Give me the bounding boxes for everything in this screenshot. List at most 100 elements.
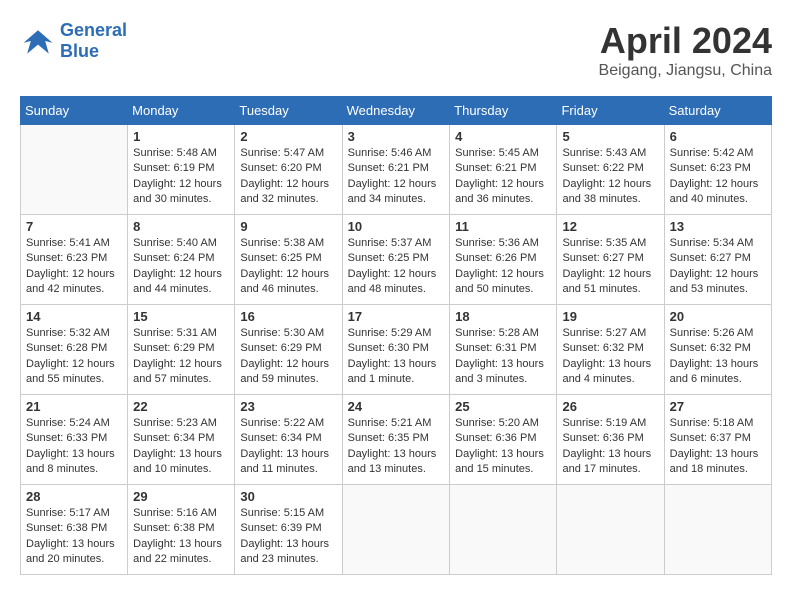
day-number: 12 (562, 219, 658, 234)
day-info: Sunrise: 5:36 AMSunset: 6:26 PMDaylight:… (455, 236, 551, 298)
day-number: 18 (455, 309, 551, 324)
day-info: Sunrise: 5:46 AMSunset: 6:21 PMDaylight:… (348, 146, 445, 208)
calendar-cell: 21Sunrise: 5:24 AMSunset: 6:33 PMDayligh… (21, 395, 128, 485)
day-number: 28 (26, 489, 122, 504)
day-number: 5 (562, 129, 658, 144)
calendar-header-sunday: Sunday (21, 97, 128, 125)
day-number: 11 (455, 219, 551, 234)
calendar-cell (557, 485, 664, 575)
day-info: Sunrise: 5:17 AMSunset: 6:38 PMDaylight:… (26, 506, 122, 568)
day-number: 19 (562, 309, 658, 324)
calendar-cell (450, 485, 557, 575)
calendar-cell: 13 Sunrise: 5:34 AMSunset: 6:27 PMDayligh… (664, 215, 771, 305)
day-number: 25 (455, 399, 551, 414)
calendar-cell: 5Sunrise: 5:43 AMSunset: 6:22 PMDaylight… (557, 125, 664, 215)
logo-blue: Blue (60, 41, 99, 61)
calendar-cell: 27 Sunrise: 5:18 AMSunset: 6:37 PMDayligh… (664, 395, 771, 485)
day-info: Sunrise: 5:32 AMSunset: 6:28 PMDaylight:… (26, 326, 122, 388)
day-info: Sunrise: 5:27 AMSunset: 6:32 PMDaylight:… (562, 326, 658, 388)
page-header: General Blue April 2024 Beigang, Jiangsu… (20, 20, 772, 80)
calendar-header-thursday: Thursday (450, 97, 557, 125)
day-info: Sunrise: 5:18 AMSunset: 6:37 PMDaylight:… (670, 416, 766, 478)
logo-icon (20, 23, 56, 59)
calendar-cell: 26Sunrise: 5:19 AMSunset: 6:36 PMDayligh… (557, 395, 664, 485)
calendar-cell: 4 Sunrise: 5:45 AMSunset: 6:21 PMDaylight… (450, 125, 557, 215)
day-number: 20 (670, 309, 766, 324)
day-info: Sunrise: 5:31 AMSunset: 6:29 PMDaylight:… (133, 326, 229, 388)
calendar-cell: 1 Sunrise: 5:48 AMSunset: 6:19 PMDaylight… (128, 125, 235, 215)
day-info: Sunrise: 5:26 AMSunset: 6:32 PMDaylight:… (670, 326, 766, 388)
day-info: Sunrise: 5:42 AMSunset: 6:23 PMDaylight:… (670, 146, 766, 208)
title-block: April 2024 Beigang, Jiangsu, China (599, 20, 772, 80)
logo-general: General (60, 20, 127, 40)
day-info: Sunrise: 5:22 AMSunset: 6:34 PMDaylight:… (240, 416, 336, 478)
day-number: 6 (670, 129, 766, 144)
day-info: Sunrise: 5:40 AMSunset: 6:24 PMDaylight:… (133, 236, 229, 298)
day-number: 8 (133, 219, 229, 234)
day-number: 30 (240, 489, 336, 504)
day-info: Sunrise: 5:35 AMSunset: 6:27 PMDaylight:… (562, 236, 658, 298)
day-number: 17 (348, 309, 445, 324)
day-info: Sunrise: 5:30 AMSunset: 6:29 PMDaylight:… (240, 326, 336, 388)
day-number: 29 (133, 489, 229, 504)
calendar-week-4: 21Sunrise: 5:24 AMSunset: 6:33 PMDayligh… (21, 395, 772, 485)
day-info: Sunrise: 5:23 AMSunset: 6:34 PMDaylight:… (133, 416, 229, 478)
calendar-cell: 18Sunrise: 5:28 AMSunset: 6:31 PMDayligh… (450, 305, 557, 395)
calendar-cell: 30Sunrise: 5:15 AMSunset: 6:39 PMDayligh… (235, 485, 342, 575)
calendar-table: SundayMondayTuesdayWednesdayThursdayFrid… (20, 96, 772, 575)
location: Beigang, Jiangsu, China (599, 62, 772, 80)
day-number: 4 (455, 129, 551, 144)
day-number: 15 (133, 309, 229, 324)
day-number: 10 (348, 219, 445, 234)
calendar-cell: 11 Sunrise: 5:36 AMSunset: 6:26 PMDayligh… (450, 215, 557, 305)
day-number: 13 (670, 219, 766, 234)
calendar-header-row: SundayMondayTuesdayWednesdayThursdayFrid… (21, 97, 772, 125)
calendar-cell: 9Sunrise: 5:38 AMSunset: 6:25 PMDaylight… (235, 215, 342, 305)
day-info: Sunrise: 5:48 AMSunset: 6:19 PMDaylight:… (133, 146, 229, 208)
calendar-cell: 16 Sunrise: 5:30 AMSunset: 6:29 PMDayligh… (235, 305, 342, 395)
calendar-cell: 19 Sunrise: 5:27 AMSunset: 6:32 PMDayligh… (557, 305, 664, 395)
day-number: 23 (240, 399, 336, 414)
calendar-cell: 23 Sunrise: 5:22 AMSunset: 6:34 PMDayligh… (235, 395, 342, 485)
month-year: April 2024 (599, 20, 772, 62)
calendar-week-1: 1 Sunrise: 5:48 AMSunset: 6:19 PMDaylight… (21, 125, 772, 215)
logo-text: General Blue (60, 20, 127, 62)
day-info: Sunrise: 5:34 AMSunset: 6:27 PMDaylight:… (670, 236, 766, 298)
day-number: 14 (26, 309, 122, 324)
calendar-header-tuesday: Tuesday (235, 97, 342, 125)
calendar-header-monday: Monday (128, 97, 235, 125)
day-info: Sunrise: 5:47 AMSunset: 6:20 PMDaylight:… (240, 146, 336, 208)
day-info: Sunrise: 5:21 AMSunset: 6:35 PMDaylight:… (348, 416, 445, 478)
day-number: 16 (240, 309, 336, 324)
day-number: 21 (26, 399, 122, 414)
day-number: 2 (240, 129, 336, 144)
calendar-cell: 3 Sunrise: 5:46 AMSunset: 6:21 PMDaylight… (342, 125, 450, 215)
day-number: 1 (133, 129, 229, 144)
calendar-cell: 17 Sunrise: 5:29 AMSunset: 6:30 PMDayligh… (342, 305, 450, 395)
calendar-cell: 29Sunrise: 5:16 AMSunset: 6:38 PMDayligh… (128, 485, 235, 575)
day-info: Sunrise: 5:29 AMSunset: 6:30 PMDaylight:… (348, 326, 445, 388)
calendar-cell (21, 125, 128, 215)
day-number: 27 (670, 399, 766, 414)
logo: General Blue (20, 20, 127, 62)
calendar-cell: 2 Sunrise: 5:47 AMSunset: 6:20 PMDaylight… (235, 125, 342, 215)
day-number: 22 (133, 399, 229, 414)
calendar-cell: 24Sunrise: 5:21 AMSunset: 6:35 PMDayligh… (342, 395, 450, 485)
calendar-header-wednesday: Wednesday (342, 97, 450, 125)
calendar-header-friday: Friday (557, 97, 664, 125)
calendar-cell: 25 Sunrise: 5:20 AMSunset: 6:36 PMDayligh… (450, 395, 557, 485)
calendar-cell: 20 Sunrise: 5:26 AMSunset: 6:32 PMDayligh… (664, 305, 771, 395)
calendar-week-2: 7Sunrise: 5:41 AMSunset: 6:23 PMDaylight… (21, 215, 772, 305)
day-info: Sunrise: 5:20 AMSunset: 6:36 PMDaylight:… (455, 416, 551, 478)
day-info: Sunrise: 5:37 AMSunset: 6:25 PMDaylight:… (348, 236, 445, 298)
calendar-cell: 15 Sunrise: 5:31 AMSunset: 6:29 PMDayligh… (128, 305, 235, 395)
calendar-cell: 28 Sunrise: 5:17 AMSunset: 6:38 PMDayligh… (21, 485, 128, 575)
calendar-cell: 7Sunrise: 5:41 AMSunset: 6:23 PMDaylight… (21, 215, 128, 305)
day-number: 26 (562, 399, 658, 414)
day-info: Sunrise: 5:38 AMSunset: 6:25 PMDaylight:… (240, 236, 336, 298)
day-info: Sunrise: 5:45 AMSunset: 6:21 PMDaylight:… (455, 146, 551, 208)
calendar-cell: 14 Sunrise: 5:32 AMSunset: 6:28 PMDayligh… (21, 305, 128, 395)
day-number: 3 (348, 129, 445, 144)
calendar-cell (664, 485, 771, 575)
calendar-cell: 6 Sunrise: 5:42 AMSunset: 6:23 PMDaylight… (664, 125, 771, 215)
